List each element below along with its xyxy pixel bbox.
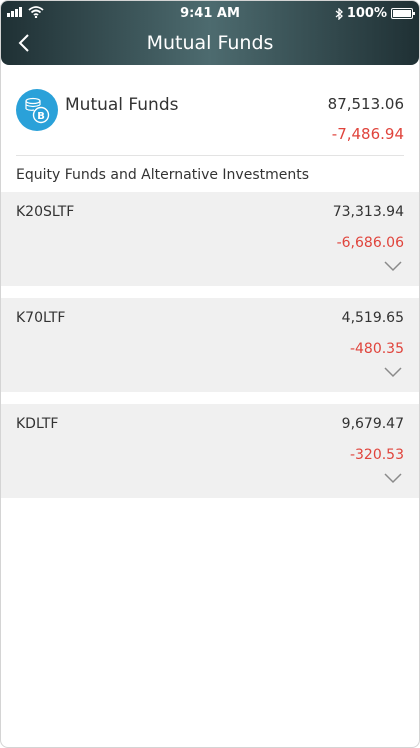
fund-name: K20SLTF: [16, 204, 75, 220]
summary-title: Mutual Funds: [65, 95, 179, 115]
chevron-down-icon[interactable]: [383, 260, 403, 272]
chevron-down-icon[interactable]: [383, 366, 403, 378]
svg-text:B: B: [37, 111, 45, 122]
fund-row-k20sltf[interactable]: K20SLTF 73,313.94 -6,686.06: [1, 192, 419, 286]
battery-percent: 100%: [346, 6, 387, 21]
fund-value: 73,313.94: [332, 204, 404, 220]
battery-icon: [391, 8, 415, 19]
status-bar: 9:41 AM 100%: [1, 1, 419, 27]
fund-name: K70LTF: [16, 310, 66, 326]
summary-card: B Mutual Funds 87,513.06 -7,486.94: [1, 65, 419, 157]
summary-change: -7,486.94: [331, 125, 404, 143]
fund-change: -480.35: [349, 341, 404, 357]
fund-row-k70ltf[interactable]: K70LTF 4,519.65 -480.35: [1, 298, 419, 392]
fund-value: 4,519.65: [341, 310, 404, 326]
app-frame: 9:41 AM 100% Mutual Funds B Mutual Funds…: [0, 0, 420, 748]
coins-icon: B: [16, 89, 58, 131]
chevron-down-icon[interactable]: [383, 472, 403, 484]
fund-change: -6,686.06: [336, 235, 404, 251]
summary-divider: [16, 155, 404, 156]
fund-value: 9,679.47: [341, 416, 404, 432]
fund-row-kdltf[interactable]: KDLTF 9,679.47 -320.53: [1, 404, 419, 498]
status-right: 100%: [335, 6, 415, 21]
summary-value: 87,513.06: [327, 95, 404, 113]
fund-name: KDLTF: [16, 416, 59, 432]
page-title: Mutual Funds: [146, 32, 274, 54]
top-bar: 9:41 AM 100% Mutual Funds: [1, 1, 419, 65]
section-title: Equity Funds and Alternative Investments: [16, 167, 310, 183]
bluetooth-icon: [335, 7, 343, 20]
fund-change: -320.53: [349, 447, 404, 463]
